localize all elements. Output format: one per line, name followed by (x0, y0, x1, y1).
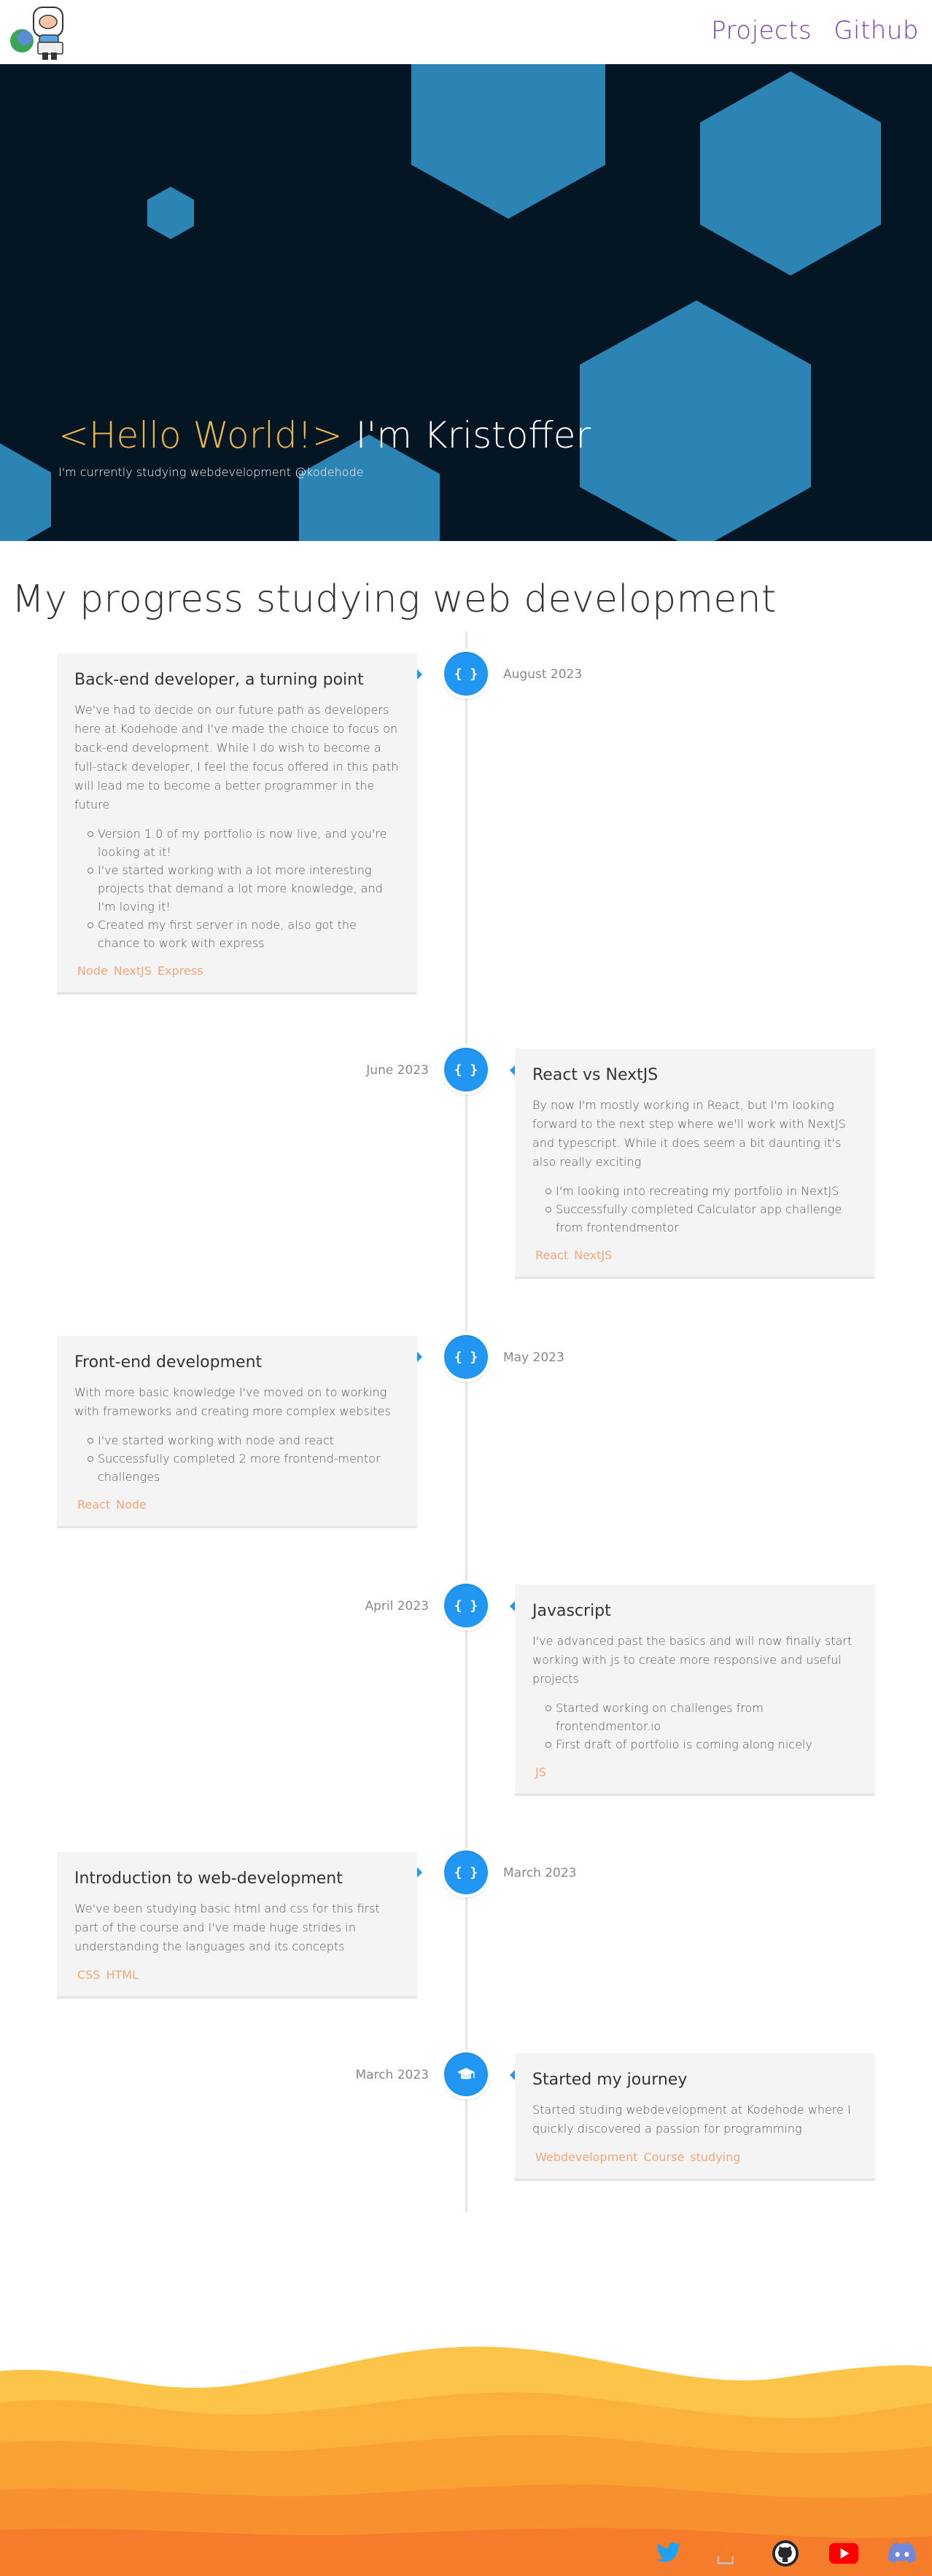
card-tag: Webdevelopment (535, 2150, 638, 2164)
nav-projects-link[interactable]: Projects (711, 16, 812, 45)
card-bullet: Successfully completed Calculator app ch… (545, 1200, 859, 1237)
card-tag: NextJS (574, 1248, 613, 1262)
card-tag: Node (77, 964, 108, 978)
timeline-date: March 2023 (503, 1866, 577, 1880)
section-title: My progress studying web development (12, 577, 777, 621)
timeline-card: Back-end developer, a turning point We'v… (57, 653, 417, 995)
card-text: I've advanced past the basics and will n… (532, 1634, 853, 1686)
timeline-line (465, 631, 467, 2212)
card-bullet-list: Started working on challenges from front… (545, 1699, 859, 1754)
card-bullet: Successfully completed 2 more frontend-m… (88, 1450, 401, 1486)
card-tag: CSS (77, 1968, 101, 1982)
card-tags: React NextJS (532, 1248, 859, 1262)
hero-banner: <Hello World!> I'm Kristoffer I'm current… (0, 64, 932, 541)
timeline-date: June 2023 (366, 1063, 429, 1078)
card-bullet: Version 1.0 of my portfolio is now live,… (88, 825, 401, 861)
card-pointer (510, 2070, 515, 2080)
code-icon: { } (444, 652, 488, 696)
timeline-date: March 2023 (355, 2068, 430, 2082)
card-text: We've been studying basic html and css f… (74, 1902, 380, 1953)
card-tag: NextJS (113, 964, 152, 978)
card-tags: React Node (74, 1498, 401, 1511)
card-bullet: I've started working with node and react (88, 1431, 401, 1450)
card-tag: JS (535, 1765, 546, 1779)
card-tag: HTML (106, 1968, 139, 1982)
github-icon[interactable] (770, 2540, 801, 2567)
card-tags: Webdevelopment Course studying (532, 2150, 859, 2164)
code-icon: { } (444, 1335, 488, 1379)
card-tag: React (535, 1248, 569, 1262)
timeline-date: May 2023 (503, 1350, 564, 1365)
card-title: Started my journey (532, 2071, 688, 2089)
nav-github-link[interactable]: Github (834, 16, 919, 45)
timeline-card: Javascript I've advanced past the basics… (515, 1584, 875, 1796)
graduation-cap-icon (444, 2052, 488, 2096)
card-pointer (510, 1601, 515, 1611)
card-bullet-list: I've started working with node and react… (88, 1431, 401, 1486)
hero-heading: <Hello World!> I'm Kristoffer (58, 414, 591, 456)
card-tag: studying (690, 2150, 741, 2164)
card-text: With more basic knowledge I've moved on … (74, 1385, 391, 1418)
timeline-card: Introduction to web-development We've be… (57, 1852, 417, 1999)
card-text: By now I'm mostly working in React, but … (532, 1098, 846, 1169)
logo[interactable] (6, 3, 76, 61)
card-tag: Course (643, 2150, 685, 2164)
timeline-date: April 2023 (365, 1599, 429, 1614)
card-title: React vs NextJS (532, 1066, 659, 1084)
main-nav: Projects Github (711, 16, 919, 45)
code-icon: { } (444, 1584, 488, 1627)
timeline-card: React vs NextJS By now I'm mostly workin… (515, 1048, 875, 1279)
hero-name: I'm Kristoffer (355, 414, 591, 456)
card-tags: CSS HTML (74, 1968, 401, 1982)
card-pointer (417, 669, 422, 680)
avatar-illustration (10, 7, 63, 60)
stackoverflow-icon[interactable] (711, 2540, 742, 2567)
card-title: Introduction to web-development (74, 1869, 343, 1888)
youtube-icon[interactable] (828, 2540, 859, 2567)
card-text: We've had to decide on our future path a… (74, 703, 399, 812)
card-tag: Express (157, 964, 203, 978)
card-bullet: I've started working with a lot more int… (88, 861, 401, 916)
card-bullet-list: Version 1.0 of my portfolio is now live,… (88, 825, 401, 952)
card-bullet-list: I'm looking into recreating my portfolio… (545, 1182, 859, 1237)
card-title: Javascript (532, 1602, 611, 1620)
header: Projects Github (0, 0, 932, 64)
hero-subtitle: I'm currently studying webdevelopment @k… (58, 465, 364, 479)
timeline-card: Started my journey Started studing webde… (515, 2053, 875, 2181)
card-tags: Node NextJS Express (74, 964, 401, 978)
card-pointer (417, 1352, 422, 1362)
code-icon: { } (444, 1048, 488, 1092)
twitter-icon[interactable] (653, 2540, 684, 2567)
discord-icon[interactable] (887, 2540, 917, 2567)
card-bullet: Created my first server in node, also go… (88, 916, 401, 952)
card-tag: React (77, 1498, 111, 1511)
card-pointer (417, 1867, 422, 1877)
code-icon: { } (444, 1851, 488, 1894)
card-title: Back-end developer, a turning point (74, 671, 364, 689)
card-bullet: Started working on challenges from front… (545, 1699, 859, 1735)
timeline-card: Front-end development With more basic kn… (57, 1336, 417, 1528)
card-text: Started studing webdevelopment at Kodeho… (532, 2103, 851, 2136)
card-title: Front-end development (74, 1353, 263, 1371)
card-tags: JS (532, 1765, 859, 1779)
card-tag: Node (116, 1498, 147, 1511)
card-bullet: First draft of portfolio is coming along… (545, 1735, 859, 1754)
card-pointer (510, 1065, 515, 1075)
timeline-date: August 2023 (503, 667, 583, 682)
hello-world-text: <Hello World!> (58, 414, 343, 456)
card-bullet: I'm looking into recreating my portfolio… (545, 1182, 859, 1200)
